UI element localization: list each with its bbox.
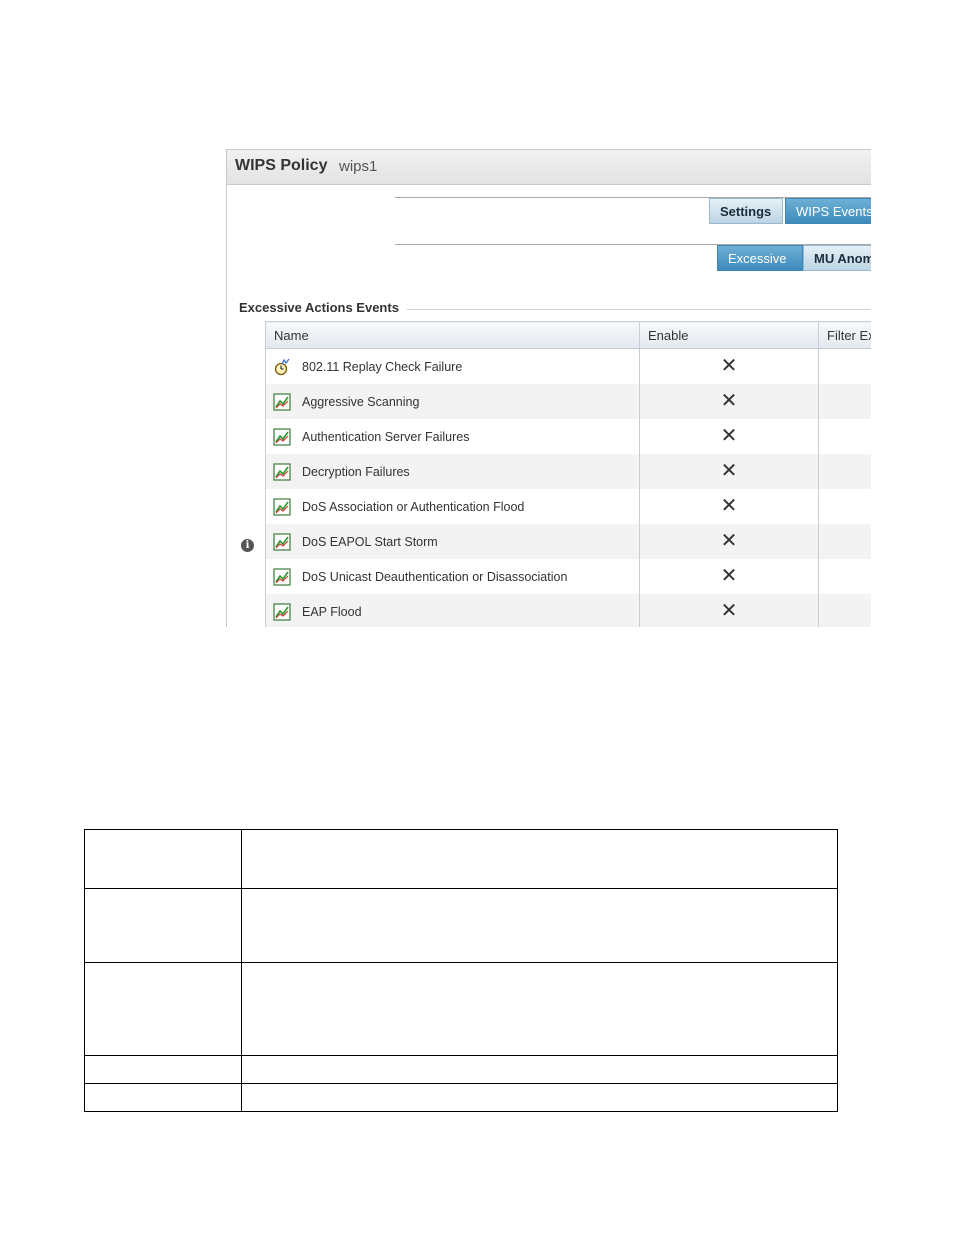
column-header-name[interactable]: Name <box>265 321 640 349</box>
section-divider <box>407 309 871 310</box>
tab-settings[interactable]: Settings <box>709 198 783 224</box>
enable-status-icon[interactable]: ✕ <box>639 489 819 524</box>
event-name: EAP Flood <box>302 604 362 619</box>
table-cell <box>241 1055 838 1084</box>
policy-name: wips1 <box>339 158 378 175</box>
event-name: DoS EAPOL Start Storm <box>302 534 438 549</box>
event-name-cell: Decryption Failures <box>265 454 640 489</box>
table-cell <box>241 829 838 889</box>
table-row[interactable]: DoS Association or Authentication Flood ✕ <box>265 489 871 524</box>
enable-status-icon[interactable]: ✕ <box>639 524 819 559</box>
tab-excessive[interactable]: Excessive <box>717 245 803 271</box>
filter-cell <box>818 594 871 627</box>
column-header-filter[interactable]: Filter Ex <box>818 321 871 349</box>
event-name: DoS Association or Authentication Flood <box>302 499 525 514</box>
table-cell <box>241 1083 838 1112</box>
title-bar: WIPS Policy wips1 <box>227 150 871 185</box>
chart-icon <box>273 532 291 551</box>
table-row[interactable]: EAP Flood ✕ <box>265 594 871 627</box>
events-grid: Name Enable Filter Ex 802.11 Replay Chec… <box>265 321 871 627</box>
enable-status-icon[interactable]: ✕ <box>639 419 819 454</box>
table-row[interactable]: DoS EAPOL Start Storm ✕ <box>265 524 871 559</box>
event-name: Aggressive Scanning <box>302 394 420 409</box>
event-name-cell: Authentication Server Failures <box>265 419 640 454</box>
event-name: Decryption Failures <box>302 464 410 479</box>
filter-cell <box>818 559 871 594</box>
table-cell <box>84 829 242 889</box>
filter-cell <box>818 454 871 489</box>
enable-status-icon[interactable]: ✕ <box>639 348 819 384</box>
event-name-cell: EAP Flood <box>265 594 640 627</box>
table-cell <box>84 1055 242 1084</box>
event-name-cell: DoS Association or Authentication Flood <box>265 489 640 524</box>
filter-cell <box>818 419 871 454</box>
filter-cell <box>818 384 871 419</box>
table-cell <box>241 888 838 963</box>
table-row[interactable]: Decryption Failures ✕ <box>265 454 871 489</box>
table-cell <box>84 888 242 963</box>
table-row[interactable]: Aggressive Scanning ✕ <box>265 384 871 419</box>
chart-icon <box>273 462 291 481</box>
info-icon[interactable]: i <box>241 539 254 552</box>
filter-cell <box>818 348 871 384</box>
table-cell <box>241 962 838 1056</box>
event-name-cell: Aggressive Scanning <box>265 384 640 419</box>
window-title: WIPS Policy <box>235 157 328 174</box>
filter-cell <box>818 524 871 559</box>
tab-wips-events[interactable]: WIPS Events <box>785 198 871 224</box>
table-cell <box>84 1083 242 1112</box>
column-header-enable[interactable]: Enable <box>639 321 819 349</box>
chart-icon <box>273 392 291 411</box>
wips-policy-screenshot: WIPS Policy wips1 Settings WIPS Events E… <box>226 149 871 627</box>
event-name: 802.11 Replay Check Failure <box>302 359 463 374</box>
section-title: Excessive Actions Events <box>239 300 399 315</box>
tab-mu-anomaly[interactable]: MU Anom <box>803 245 871 271</box>
enable-status-icon[interactable]: ✕ <box>639 454 819 489</box>
enable-status-icon[interactable]: ✕ <box>639 594 819 627</box>
enable-status-icon[interactable]: ✕ <box>639 384 819 419</box>
event-name: DoS Unicast Deauthentication or Disassoc… <box>302 569 568 584</box>
chart-icon <box>273 567 291 586</box>
event-name-cell: 802.11 Replay Check Failure <box>265 348 640 384</box>
table-cell <box>84 962 242 1056</box>
chart-icon <box>273 497 291 516</box>
enable-status-icon[interactable]: ✕ <box>639 559 819 594</box>
event-name-cell: DoS EAPOL Start Storm <box>265 524 640 559</box>
event-name-cell: DoS Unicast Deauthentication or Disassoc… <box>265 559 640 594</box>
replay-timer-icon <box>273 358 291 376</box>
event-name: Authentication Server Failures <box>302 429 470 444</box>
table-row[interactable]: 802.11 Replay Check Failure ✕ <box>265 348 871 384</box>
table-row[interactable]: DoS Unicast Deauthentication or Disassoc… <box>265 559 871 594</box>
filter-cell <box>818 489 871 524</box>
chart-icon <box>273 602 291 621</box>
chart-icon <box>273 427 291 446</box>
description-table <box>84 829 838 1112</box>
table-row[interactable]: Authentication Server Failures ✕ <box>265 419 871 454</box>
